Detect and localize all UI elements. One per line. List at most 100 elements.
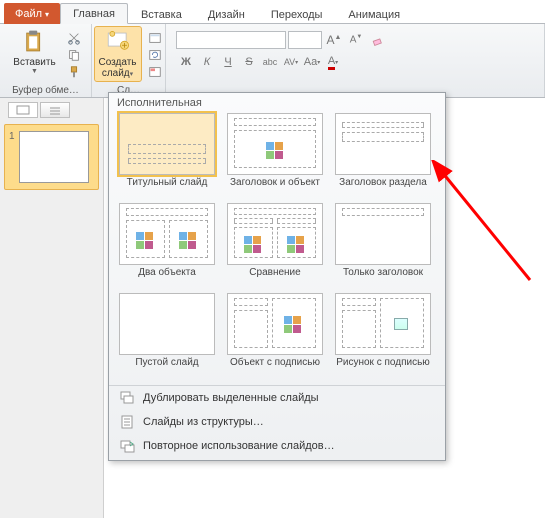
tab-transitions-label: Переходы: [271, 9, 323, 21]
outline-file-icon: [119, 414, 135, 430]
layout-comparison[interactable]: Сравнение: [221, 203, 329, 289]
shrink-font-icon: A▼: [350, 34, 363, 45]
menu-label: Дублировать выделенные слайды: [143, 392, 319, 404]
slide-number: 1: [9, 131, 15, 142]
brush-icon: [67, 65, 81, 79]
ribbon: Вставить ▼ Буфер обме… Создать слайд▾: [0, 24, 545, 98]
layout-gallery: Исполнительная Титульный слайд Заголовок…: [108, 92, 446, 461]
grow-font-icon: A▲: [327, 33, 342, 47]
layout-two-content[interactable]: Два объекта: [113, 203, 221, 289]
italic-label: К: [204, 56, 210, 68]
tab-file[interactable]: Файл▾: [4, 3, 60, 24]
slide-thumbnail-1[interactable]: 1: [4, 124, 99, 190]
cut-icon: [67, 31, 81, 45]
gallery-grid: Титульный слайд Заголовок и объект Загол…: [109, 109, 445, 383]
chevron-down-icon: ▾: [295, 59, 298, 66]
tab-home-label: Главная: [73, 8, 115, 20]
group-slides: Создать слайд▾ Сл…: [92, 24, 166, 97]
menu-duplicate-slides[interactable]: Дублировать выделенные слайды: [109, 386, 445, 410]
chevron-down-icon: ▾: [45, 10, 49, 19]
clear-format-button[interactable]: [368, 30, 388, 50]
group-clipboard: Вставить ▼ Буфер обме…: [0, 24, 92, 97]
grow-font-button[interactable]: A▲: [324, 30, 344, 50]
layout-icon: [148, 31, 162, 45]
shrink-font-button[interactable]: A▼: [346, 30, 366, 50]
shadow-label: abc: [263, 57, 278, 67]
tab-bar: Файл▾ Главная Вставка Дизайн Переходы Ан…: [0, 0, 545, 24]
gallery-menu: Дублировать выделенные слайды Слайды из …: [109, 385, 445, 458]
bold-button[interactable]: Ж: [176, 52, 196, 72]
layout-section-header[interactable]: Заголовок раздела: [329, 113, 437, 199]
layout-blank[interactable]: Пустой слайд: [113, 293, 221, 379]
text-shadow-button[interactable]: abc: [260, 52, 280, 72]
tab-design-label: Дизайн: [208, 9, 245, 21]
panel-view-switch: [4, 102, 99, 118]
tab-insert[interactable]: Вставка: [128, 4, 195, 24]
reset-button[interactable]: [146, 47, 164, 63]
menu-slides-from-outline[interactable]: Слайды из структуры…: [109, 410, 445, 434]
case-label: Aa: [304, 56, 317, 68]
strike-button[interactable]: S: [239, 52, 259, 72]
underline-button[interactable]: Ч: [218, 52, 238, 72]
group-clipboard-label: Буфер обме…: [6, 84, 85, 97]
outline-view-tab[interactable]: [40, 102, 70, 118]
group-font-label: [172, 72, 538, 85]
group-font: A▲ A▼ Ж К Ч S abc AV▾ Aa▾ A▾: [166, 24, 545, 97]
reuse-icon: [119, 438, 135, 454]
paste-button[interactable]: Вставить ▼: [8, 26, 60, 79]
layout-button[interactable]: [146, 30, 164, 46]
layout-title-content[interactable]: Заголовок и объект: [221, 113, 329, 199]
new-slide-label-1: Создать: [99, 57, 137, 68]
paste-label: Вставить: [13, 57, 55, 68]
tab-home[interactable]: Главная: [60, 3, 128, 24]
copy-icon: [67, 48, 81, 62]
section-button[interactable]: [146, 64, 164, 80]
copy-button[interactable]: [65, 47, 83, 63]
thumbnails-view-tab[interactable]: [8, 102, 38, 118]
underline-label: Ч: [224, 56, 231, 68]
font-size-combo[interactable]: [288, 31, 322, 49]
spacing-label: AV: [284, 57, 295, 67]
tab-animation[interactable]: Анимация: [335, 4, 413, 24]
layout-title-slide[interactable]: Титульный слайд: [113, 113, 221, 199]
format-painter-button[interactable]: [65, 64, 83, 80]
font-color-button[interactable]: A▾: [323, 52, 343, 72]
new-slide-button[interactable]: Создать слайд▾: [94, 26, 142, 82]
chevron-down-icon: ▾: [335, 59, 338, 66]
layout-label: Рисунок с подписью: [336, 355, 430, 379]
slide-preview: [19, 131, 89, 183]
menu-label: Повторное использование слайдов…: [143, 440, 335, 452]
change-case-button[interactable]: Aa▾: [302, 52, 322, 72]
thumbnails-icon: [16, 105, 30, 115]
duplicate-icon: [119, 390, 135, 406]
menu-reuse-slides[interactable]: Повторное использование слайдов…: [109, 434, 445, 458]
picture-icon: [394, 318, 408, 330]
new-slide-icon: [104, 29, 132, 55]
layout-label: Пустой слайд: [135, 355, 198, 379]
layout-title-only[interactable]: Только заголовок: [329, 203, 437, 289]
layout-label: Сравнение: [249, 265, 300, 289]
tab-transitions[interactable]: Переходы: [258, 4, 336, 24]
layout-label: Заголовок и объект: [230, 175, 320, 199]
layout-label: Объект с подписью: [230, 355, 320, 379]
tab-animation-label: Анимация: [348, 9, 400, 21]
char-spacing-button[interactable]: AV▾: [281, 52, 301, 72]
reset-icon: [148, 48, 162, 62]
new-slide-label-2: слайд: [102, 68, 130, 79]
layout-content-caption[interactable]: Объект с подписью: [221, 293, 329, 379]
italic-button[interactable]: К: [197, 52, 217, 72]
cut-button[interactable]: [65, 30, 83, 46]
layout-picture-caption[interactable]: Рисунок с подписью: [329, 293, 437, 379]
tab-insert-label: Вставка: [141, 9, 182, 21]
layout-label: Только заголовок: [343, 265, 423, 289]
strike-label: S: [245, 56, 252, 68]
layout-label: Заголовок раздела: [339, 175, 427, 199]
layout-label: Титульный слайд: [127, 175, 208, 199]
outline-icon: [48, 105, 62, 115]
font-name-combo[interactable]: [176, 31, 286, 49]
gallery-section-title: Исполнительная: [109, 93, 445, 109]
chevron-down-icon: ▾: [130, 71, 134, 78]
tab-design[interactable]: Дизайн: [195, 4, 258, 24]
layout-label: Два объекта: [138, 265, 196, 289]
section-icon: [148, 65, 162, 79]
